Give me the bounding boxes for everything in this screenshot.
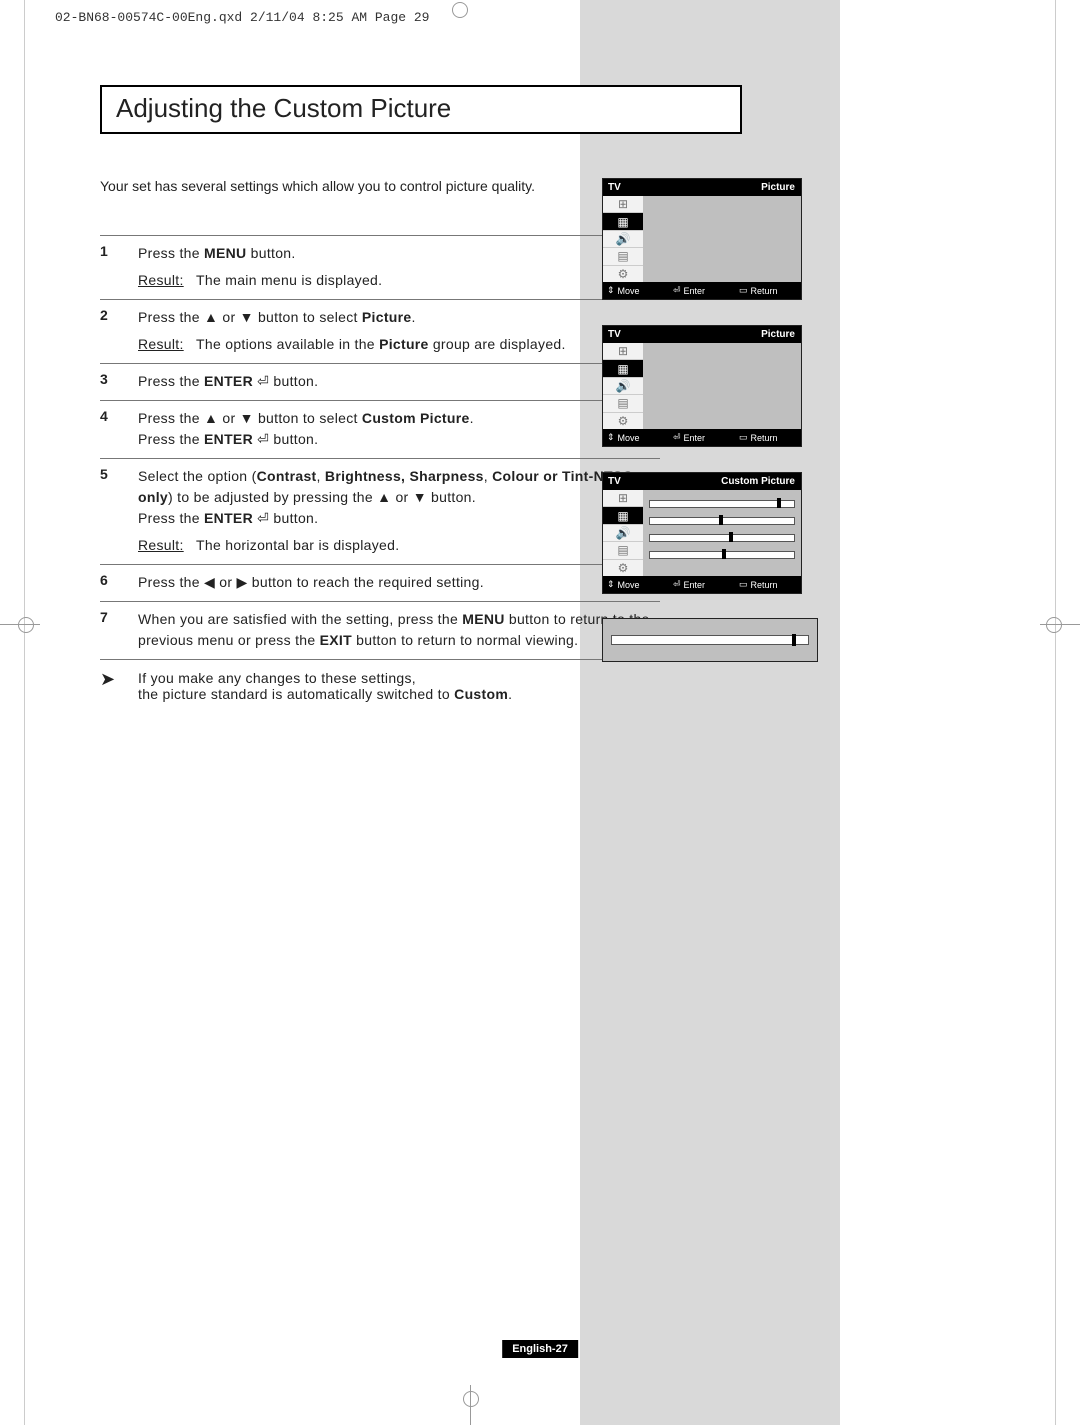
page-title-box: Adjusting the Custom Picture	[100, 85, 742, 134]
file-header: 02-BN68-00574C-00Eng.qxd 2/11/04 8:25 AM…	[55, 10, 429, 25]
step-6: 6 Press the ◀ or ▶ button to reach the r…	[100, 564, 660, 601]
intro-text: Your set has several settings which allo…	[100, 178, 535, 194]
channel-icon: ▤	[603, 248, 643, 265]
step-5: 5 Select the option (Contrast, Brightnes…	[100, 458, 660, 564]
osd-picture-2: TV Picture ⊞ ▦ 🔊 ▤ ⚙ ⇕Move ⏎Enter ▭Retur…	[602, 325, 802, 447]
note: ➤ If you make any changes to these setti…	[100, 660, 660, 702]
step-7: 7 When you are satisfied with the settin…	[100, 601, 660, 659]
osd-picture-1: TV Picture ⊞ ▦ 🔊 ▤ ⚙ ⇕Move ⏎Enter ▭Retur…	[602, 178, 802, 300]
enter-icon: ⏎	[673, 285, 681, 296]
step-body: Press the MENU button.	[138, 245, 296, 261]
page-title: Adjusting the Custom Picture	[116, 93, 726, 124]
sound-icon: 🔊	[603, 231, 643, 248]
step-4: 4 Press the ▲ or ▼ button to select Cust…	[100, 400, 660, 458]
input-icon: ⊞	[603, 196, 643, 213]
step-result: The main menu is displayed.	[196, 272, 382, 288]
return-icon: ▭	[739, 285, 748, 296]
step-3: 3 Press the ENTER ⏎ button.	[100, 363, 660, 400]
step-2: 2 Press the ▲ or ▼ button to select Pict…	[100, 299, 660, 363]
osd-custom-picture: TV Custom Picture ⊞ ▦ 🔊 ▤ ⚙ ⇕Move ⏎Enter…	[602, 472, 802, 594]
osd-slider-bar	[602, 618, 818, 662]
note-arrow-icon: ➤	[100, 670, 138, 702]
setup-icon: ⚙	[603, 266, 643, 282]
step-1: 1 Press the MENU button. Result: The mai…	[100, 235, 660, 299]
steps-list: 1 Press the MENU button. Result: The mai…	[100, 235, 660, 702]
updown-icon: ⇕	[607, 285, 615, 296]
page-number: English-27	[502, 1340, 578, 1358]
picture-icon: ▦	[603, 213, 643, 230]
